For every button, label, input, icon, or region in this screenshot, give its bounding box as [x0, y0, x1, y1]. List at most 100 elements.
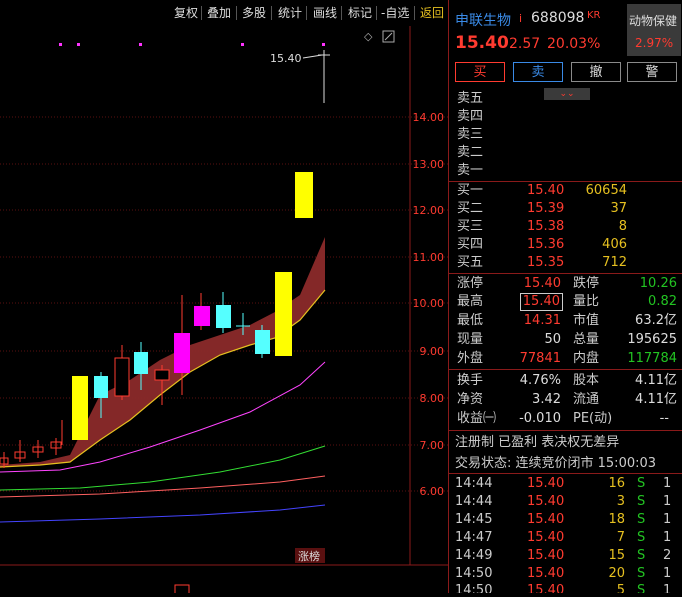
marker-dot — [77, 43, 80, 46]
restore-rights-button[interactable]: 复权 — [174, 4, 198, 22]
tick-volume: 20 — [608, 566, 625, 581]
price-tick: 10.00 — [413, 297, 445, 310]
draw-line-button[interactable]: 画线 — [313, 4, 337, 22]
sector-name: 动物保健 — [629, 14, 678, 28]
tick-side: S — [637, 530, 646, 545]
candle-down — [94, 376, 108, 398]
price-tick: 12.00 — [413, 204, 445, 217]
current-price: 15.40 — [455, 33, 509, 53]
bid-label: 买二 — [457, 201, 484, 216]
tick-count: 1 — [663, 494, 672, 509]
toolbar-divider — [236, 6, 237, 20]
tick-price: 15.40 — [527, 530, 565, 545]
divider — [449, 430, 682, 431]
price-tick: 7.00 — [420, 439, 445, 452]
candle-down — [216, 305, 231, 328]
info-icon[interactable]: i — [519, 12, 522, 25]
bid-label: 买四 — [457, 237, 484, 252]
ask-label: 卖二 — [457, 145, 484, 160]
tick-side: S — [637, 548, 646, 563]
bid-price: 15.36 — [527, 237, 565, 252]
float-shares-value: 4.11亿 — [635, 392, 677, 407]
stock-name: 申联生物 — [455, 13, 511, 29]
tick-price: 15.40 — [527, 476, 565, 491]
tick-price: 15.40 — [527, 512, 565, 527]
tick-row[interactable]: 14:44 15.40 16 S 1 — [449, 475, 682, 493]
collapse-icon-stroke — [384, 32, 393, 41]
tick-time: 14:45 — [455, 512, 493, 527]
tick-row[interactable]: 14:50 15.40 5 S 1 — [449, 582, 682, 593]
cancel-order-button[interactable]: 撤 — [571, 62, 621, 82]
overlay-button[interactable]: 叠加 — [207, 4, 231, 22]
net-asset-label: 净资 — [457, 392, 484, 407]
multi-stock-button[interactable]: 多股 — [242, 4, 266, 22]
tick-count: 1 — [663, 530, 672, 545]
remove-watchlist-button[interactable]: -自选 — [381, 4, 409, 22]
candle-pink — [174, 333, 190, 373]
tick-time: 14:50 — [455, 583, 493, 593]
statistics-button[interactable]: 统计 — [278, 4, 302, 22]
tick-row[interactable]: 14:45 15.40 18 S 1 — [449, 511, 682, 529]
volume-bar — [174, 584, 190, 596]
marker-dot — [139, 43, 142, 46]
eps-label: 收益㈠ — [457, 411, 497, 426]
divider — [449, 273, 682, 274]
tick-volume: 5 — [616, 583, 625, 593]
price-change-pct: 20.03% — [547, 36, 601, 52]
sector-box[interactable]: 动物保健 2.97% — [627, 4, 681, 56]
bid-row[interactable]: 买一 15.40 60654 — [449, 182, 682, 200]
pe-value: -- — [659, 411, 669, 426]
tick-price: 15.40 — [527, 566, 565, 581]
limit-up-value: 15.40 — [523, 276, 561, 291]
tick-row[interactable]: 14:47 15.40 7 S 1 — [449, 529, 682, 547]
bid-row[interactable]: 买四 15.36 406 — [449, 236, 682, 254]
low-label: 最低 — [457, 313, 484, 328]
high-price-annotation: 15.40 — [270, 52, 302, 65]
tick-row[interactable]: 14:50 15.40 20 S 1 — [449, 565, 682, 583]
mark-button[interactable]: 标记 — [348, 4, 372, 22]
tick-side: S — [637, 583, 646, 593]
bid-volume: 8 — [618, 219, 627, 234]
price-tick: 9.00 — [420, 345, 445, 358]
tick-side: S — [637, 494, 646, 509]
alert-button[interactable]: 警 — [627, 62, 677, 82]
tick-time: 14:49 — [455, 548, 493, 563]
divider — [449, 369, 682, 370]
market-cap-value: 63.2亿 — [635, 313, 677, 328]
bid-row[interactable]: 买五 15.35 712 — [449, 254, 682, 272]
high-label: 最高 — [457, 294, 484, 309]
tick-price: 15.40 — [527, 583, 565, 593]
ask-label: 卖四 — [457, 109, 484, 124]
limit-up-tag[interactable]: 涨榜 — [298, 549, 320, 563]
candle-up — [114, 357, 130, 397]
tick-row[interactable]: 14:44 15.40 3 S 1 — [449, 493, 682, 511]
toolbar-divider — [201, 6, 202, 20]
bid-row[interactable]: 买三 15.38 8 — [449, 218, 682, 236]
marker-dot — [322, 43, 325, 46]
back-button[interactable]: 返回 — [420, 4, 444, 22]
total-volume-label: 总量 — [573, 332, 600, 347]
bid-row[interactable]: 买二 15.39 37 — [449, 200, 682, 218]
outer-volume-value: 77841 — [519, 351, 561, 366]
listing-notice: 注册制 已盈利 表决权无差异 — [455, 435, 620, 450]
buy-button[interactable]: 买 — [455, 62, 505, 82]
bid-price: 15.39 — [527, 201, 565, 216]
market-badge: KR — [587, 10, 601, 21]
tick-volume: 15 — [608, 548, 625, 563]
kline-chart[interactable]: ◇ 15.40 14.00 13.00 12.00 11.00 10.00 9.… — [0, 26, 448, 596]
tick-side: S — [637, 476, 646, 491]
current-volume-value: 50 — [544, 332, 561, 347]
vol-ratio-label: 量比 — [573, 294, 600, 309]
divider — [449, 473, 682, 474]
tick-row[interactable]: 14:49 15.40 15 S 2 — [449, 547, 682, 565]
bid-volume: 712 — [602, 255, 627, 270]
diamond-icon[interactable]: ◇ — [364, 30, 373, 43]
current-volume-label: 现量 — [457, 332, 484, 347]
candle-down — [134, 352, 148, 374]
sell-button[interactable]: 卖 — [513, 62, 563, 82]
bid-label: 买五 — [457, 255, 484, 270]
price-change: 2.57 — [509, 36, 541, 52]
shares-label: 股本 — [573, 373, 600, 388]
eps-value: -0.010 — [519, 411, 561, 426]
bid-volume: 60654 — [585, 183, 627, 198]
